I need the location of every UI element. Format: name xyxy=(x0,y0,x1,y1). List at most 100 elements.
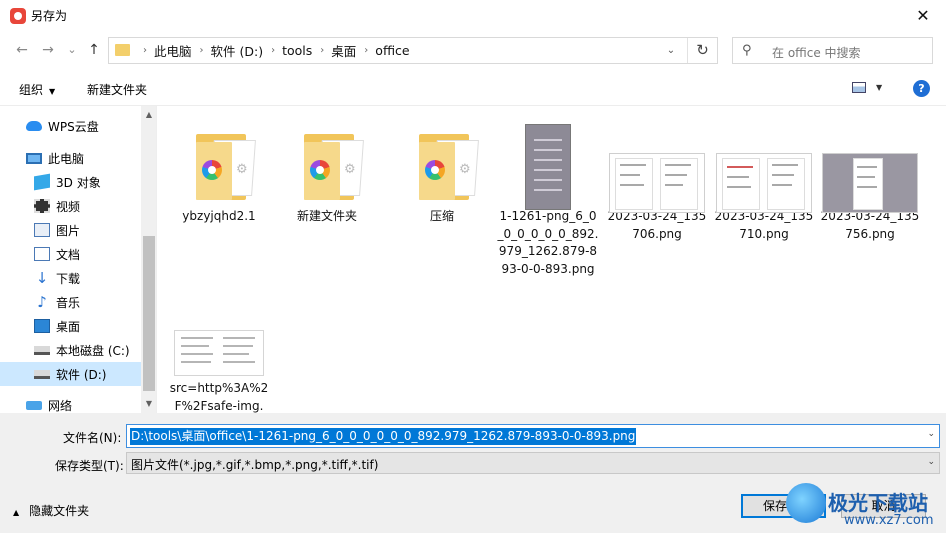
address-bar[interactable]: › 此电脑 › 软件 (D:) › tools › 桌面 › office ⌄ … xyxy=(108,37,718,64)
watermark-logo: 极光下载站 www.xz7.com xyxy=(786,481,946,533)
sidebar-item-drive-d[interactable]: 软件 (D:) xyxy=(0,362,141,386)
sidebar-item-label: 软件 (D:) xyxy=(56,367,107,382)
folder-icon: ⚙ xyxy=(168,112,270,208)
watermark-url: www.xz7.com xyxy=(844,513,934,528)
filetype-select[interactable]: 图片文件(*.jpg,*.gif,*.bmp,*.png,*.tiff,*.ti… xyxy=(126,452,940,474)
sidebar-item-videos[interactable]: 视频 xyxy=(0,194,141,218)
chevron-right-icon: › xyxy=(320,45,325,56)
organize-label: 组织 xyxy=(19,83,44,97)
file-name: src=http%3A%2F%2Fsafe-img. xyxy=(169,381,269,413)
forward-button[interactable]: → xyxy=(38,39,58,61)
sidebar-item-downloads[interactable]: ↓ 下载 xyxy=(0,266,141,290)
view-options-dropdown[interactable]: ▼ xyxy=(876,83,882,92)
file-list: ⚙ ybzyjqhd2.1 ⚙ 新建文件夹 ⚙ 压缩 1-1261-png_6_… xyxy=(157,106,946,413)
scroll-up-icon[interactable]: ▲ xyxy=(141,110,156,119)
chevron-right-icon: › xyxy=(143,45,147,56)
sidebar-item-documents[interactable]: 文档 xyxy=(0,242,141,266)
search-input[interactable]: ⚲ 在 office 中搜索 xyxy=(732,37,933,64)
3d-objects-icon xyxy=(34,173,50,191)
video-icon xyxy=(34,199,50,213)
file-item-folder[interactable]: ⚙ 压缩 xyxy=(391,112,493,226)
watermark-emblem-icon xyxy=(786,483,826,523)
image-thumbnail xyxy=(168,308,270,380)
file-item-image[interactable]: src=http%3A%2F%2Fsafe-img. xyxy=(168,308,270,413)
sidebar-item-pictures[interactable]: 图片 xyxy=(0,218,141,242)
sidebar-item-label: 桌面 xyxy=(56,319,81,334)
sidebar-item-label: 本地磁盘 (C:) xyxy=(56,343,130,358)
network-icon xyxy=(26,400,42,410)
sidebar-item-network[interactable]: 网络 xyxy=(0,393,141,413)
navigation-bar: ← → ⌄ ↑ › 此电脑 › 软件 (D:) › tools › 桌面 › o… xyxy=(0,31,946,71)
view-mode-icon[interactable] xyxy=(852,82,866,93)
sidebar-item-wps-cloud[interactable]: WPS云盘 xyxy=(0,114,141,138)
desktop-icon xyxy=(34,319,50,333)
cloud-icon xyxy=(26,121,42,131)
documents-icon xyxy=(34,247,50,261)
filename-field[interactable]: D:\tools\桌面\office\1-1261-png_6_0_0_0_0_… xyxy=(126,424,940,448)
image-thumbnail xyxy=(819,112,921,213)
drive-icon xyxy=(34,345,50,355)
window-title: 另存为 xyxy=(31,9,68,23)
file-name: 1-1261-png_6_0_0_0_0_0_0_892.979_1262.87… xyxy=(497,209,599,276)
hide-folders-toggle[interactable]: ▲ 隐藏文件夹 xyxy=(13,502,89,519)
new-folder-button[interactable]: 新建文件夹 xyxy=(87,81,147,98)
file-item-folder[interactable]: ⚙ 新建文件夹 xyxy=(276,112,378,226)
hide-folders-label: 隐藏文件夹 xyxy=(29,504,90,518)
breadcrumb: › 此电脑 › 软件 (D:) › tools › 桌面 › office xyxy=(135,38,410,63)
recent-locations-button[interactable]: ⌄ xyxy=(62,39,82,61)
image-thumbnail xyxy=(713,112,815,213)
filename-value: D:\tools\桌面\office\1-1261-png_6_0_0_0_0_… xyxy=(130,428,637,445)
search-icon: ⚲ xyxy=(742,43,752,58)
sidebar-item-label: 下载 xyxy=(56,271,81,286)
chevron-down-icon[interactable]: ⌄ xyxy=(927,429,935,439)
caret-down-icon: ▼ xyxy=(49,87,56,96)
back-button[interactable]: ← xyxy=(12,39,32,61)
breadcrumb-this-pc[interactable]: 此电脑 xyxy=(154,41,192,60)
sidebar-item-music[interactable]: ♪ 音乐 xyxy=(0,290,141,314)
sidebar-item-label: 网络 xyxy=(48,398,73,413)
folder-icon xyxy=(115,44,130,56)
command-toolbar: 组织 ▼ 新建文件夹 ▼ ? xyxy=(0,71,946,106)
file-item-image[interactable]: 2023-03-24_135756.png xyxy=(819,112,921,243)
address-dropdown-button[interactable]: ⌄ xyxy=(657,38,685,63)
file-name: 新建文件夹 xyxy=(296,209,357,223)
image-thumbnail xyxy=(606,112,708,213)
chevron-down-icon[interactable]: ⌄ xyxy=(927,457,935,467)
breadcrumb-desktop[interactable]: 桌面 xyxy=(331,41,356,60)
music-icon: ♪ xyxy=(37,293,47,311)
up-button[interactable]: ↑ xyxy=(84,39,104,61)
scrollbar-thumb[interactable] xyxy=(143,236,155,391)
close-button[interactable]: ✕ xyxy=(900,0,946,31)
chevron-right-icon: › xyxy=(199,45,204,56)
file-item-image[interactable]: 2023-03-24_135706.png xyxy=(606,112,708,243)
file-name: 2023-03-24_135710.png xyxy=(714,209,814,241)
sidebar-item-desktop[interactable]: 桌面 xyxy=(0,314,141,338)
save-options-panel: 文件名(N): D:\tools\桌面\office\1-1261-png_6_… xyxy=(0,413,946,533)
help-icon[interactable]: ? xyxy=(913,80,930,97)
breadcrumb-drive-d[interactable]: 软件 (D:) xyxy=(211,41,264,60)
sidebar-scrollbar[interactable]: ▲ ▼ xyxy=(141,106,156,413)
sidebar-item-3d-objects[interactable]: 3D 对象 xyxy=(0,170,141,194)
sidebar-item-label: 图片 xyxy=(56,223,81,238)
file-item-image[interactable]: 2023-03-24_135710.png xyxy=(713,112,815,243)
filetype-value: 图片文件(*.jpg,*.gif,*.bmp,*.png,*.tiff,*.ti… xyxy=(131,458,379,472)
file-name: ybzyjqhd2.1 xyxy=(182,209,256,223)
chevron-right-icon: › xyxy=(271,45,276,56)
sidebar-item-label: 文档 xyxy=(56,247,81,262)
filename-label: 文件名(N): xyxy=(63,431,122,445)
file-item-folder[interactable]: ⚙ ybzyjqhd2.1 xyxy=(168,112,270,226)
breadcrumb-office[interactable]: office xyxy=(375,43,409,58)
refresh-button[interactable]: ↻ xyxy=(687,38,717,63)
download-icon: ↓ xyxy=(35,269,49,287)
sidebar-item-this-pc[interactable]: 此电脑 xyxy=(0,146,141,170)
organize-menu-button[interactable]: 组织 ▼ xyxy=(19,81,55,98)
file-name: 2023-03-24_135756.png xyxy=(820,209,920,241)
file-name: 压缩 xyxy=(429,209,454,223)
pictures-icon xyxy=(34,223,50,237)
breadcrumb-tools[interactable]: tools xyxy=(282,43,312,58)
navigation-pane: WPS云盘 此电脑 3D 对象 视频 图片 文档 ↓ 下载 ♪ 音乐 桌面 本地… xyxy=(0,106,157,413)
computer-icon xyxy=(26,152,42,164)
file-item-image[interactable]: 1-1261-png_6_0_0_0_0_0_0_892.979_1262.87… xyxy=(497,112,599,278)
scroll-down-icon[interactable]: ▼ xyxy=(141,399,156,408)
sidebar-item-drive-c[interactable]: 本地磁盘 (C:) xyxy=(0,338,141,362)
